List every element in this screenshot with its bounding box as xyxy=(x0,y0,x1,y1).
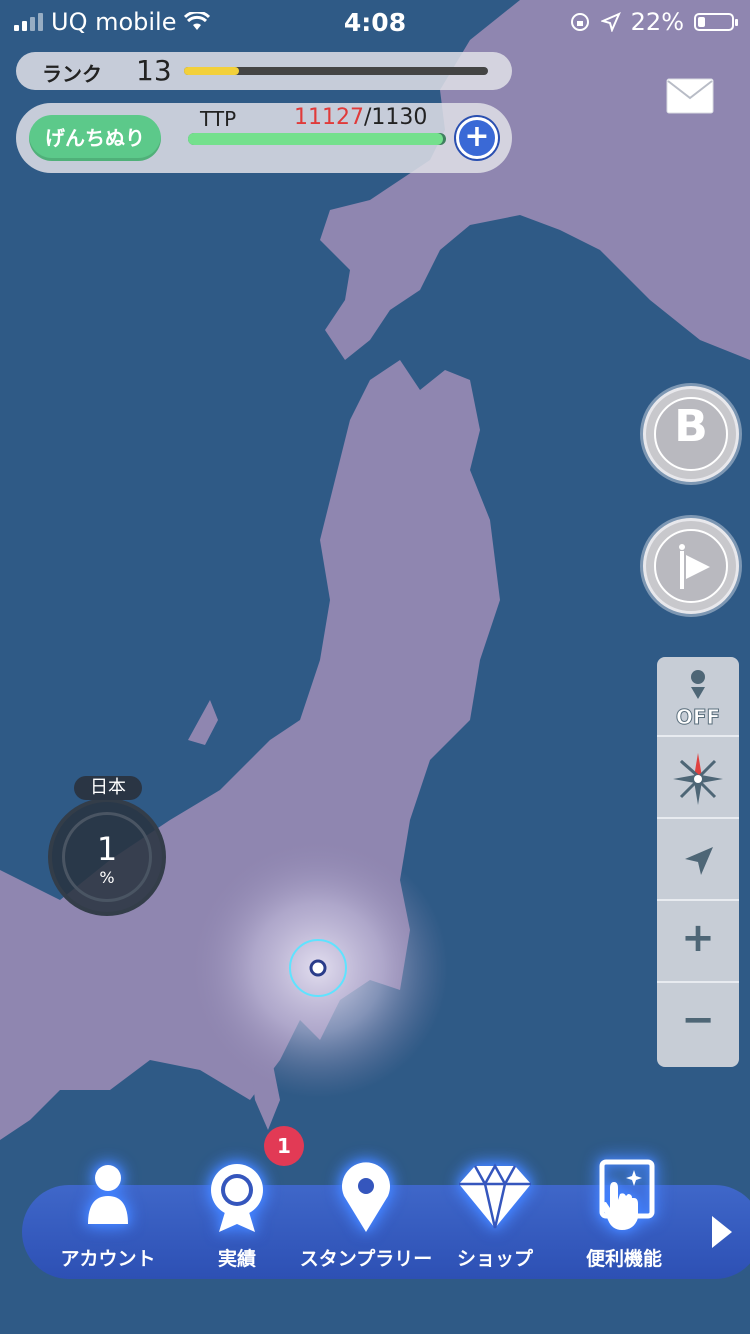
tools-icon xyxy=(584,1156,664,1236)
status-bar: UQ mobile 4:08 22% xyxy=(0,0,750,42)
zoom-in-button[interactable]: + xyxy=(657,903,739,983)
region-progress-gauge[interactable]: 1 % xyxy=(48,798,166,916)
add-ttp-button[interactable]: + xyxy=(456,117,498,159)
nav-next-arrow-icon[interactable] xyxy=(706,1214,736,1250)
pin-toggle-button[interactable]: OFF xyxy=(657,657,739,737)
map-pin-icon xyxy=(326,1156,406,1236)
locate-arrow-icon xyxy=(685,847,713,875)
region-percent: 1 xyxy=(96,830,118,868)
zoom-out-button[interactable]: − xyxy=(657,985,739,1065)
compass-button[interactable] xyxy=(657,739,739,819)
nav-tools[interactable]: 便利機能 xyxy=(554,1150,694,1280)
mail-icon[interactable] xyxy=(666,78,714,114)
player-avatar-icon[interactable] xyxy=(309,959,327,977)
map-view[interactable] xyxy=(0,0,750,1334)
map-toolbar: OFF + − xyxy=(657,657,739,1067)
person-icon xyxy=(68,1156,148,1236)
zoom-in-label: + xyxy=(681,915,715,961)
status-right: 22% xyxy=(569,8,738,36)
nav-tools-label: 便利機能 xyxy=(585,1248,662,1270)
diamond-icon xyxy=(455,1156,535,1236)
flag-icon xyxy=(679,544,710,589)
rank-progress-bar xyxy=(184,67,488,75)
rank-value: 13 xyxy=(136,54,172,87)
medal-icon xyxy=(197,1156,277,1236)
compass-icon xyxy=(673,753,723,805)
pin-toggle-label: OFF xyxy=(675,705,721,730)
flag-button[interactable] xyxy=(643,518,739,614)
pin-icon xyxy=(691,670,705,699)
b-button-label: B xyxy=(674,401,708,452)
ttp-label: TTP xyxy=(200,107,237,131)
ttp-panel: げんちぬり TTP 11127/1130 + xyxy=(16,103,512,173)
ttp-progress-bar xyxy=(188,133,446,145)
mode-button[interactable]: げんちぬり xyxy=(29,115,161,161)
ttp-value: 11127/1130 xyxy=(294,105,427,130)
location-arrow-icon xyxy=(600,12,621,32)
locate-button[interactable] xyxy=(657,821,739,901)
rank-panel: ランク 13 xyxy=(16,52,512,90)
ttp-current: 11127 xyxy=(294,105,364,130)
zoom-out-label: − xyxy=(681,997,715,1043)
ttp-max: /1130 xyxy=(364,105,428,130)
rank-label: ランク xyxy=(42,62,102,86)
rotation-lock-icon xyxy=(570,13,589,31)
battery-icon xyxy=(694,13,738,31)
battery-percent: 22% xyxy=(630,8,684,36)
b-button[interactable]: B xyxy=(643,386,739,482)
region-percent-unit: % xyxy=(99,868,115,887)
region-name: 日本 xyxy=(74,776,142,800)
